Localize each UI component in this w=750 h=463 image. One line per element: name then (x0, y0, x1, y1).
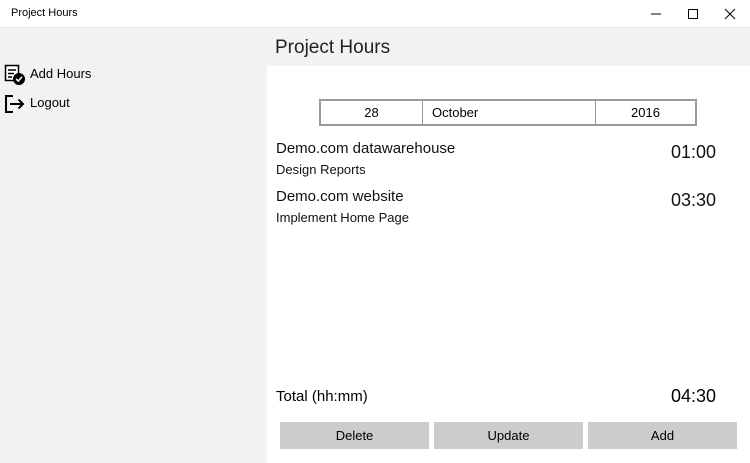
add-button[interactable]: Add (588, 422, 737, 449)
entry-task: Design Reports (276, 162, 366, 177)
sidebar-item-logout[interactable]: Logout (0, 89, 267, 117)
date-picker[interactable]: 28 October 2016 (319, 99, 697, 126)
maximize-button[interactable] (674, 0, 711, 27)
minimize-button[interactable] (637, 0, 674, 27)
close-button[interactable] (711, 0, 748, 27)
page-title: Project Hours (275, 37, 391, 58)
total-value: 04:30 (670, 386, 716, 406)
add-hours-icon (4, 64, 25, 85)
entry-task: Implement Home Page (276, 210, 409, 225)
entry-project: Demo.com website (276, 188, 404, 205)
main-content: 28 October 2016 Demo.com datawarehouse D… (267, 66, 750, 463)
date-year-field[interactable]: 2016 (596, 101, 695, 124)
entry-hours: 03:30 (670, 190, 716, 210)
sidebar: Add Hours Logout (0, 28, 267, 463)
close-icon (724, 8, 735, 19)
page-header: Project Hours (267, 28, 750, 66)
total-label: Total (hh:mm) (276, 388, 368, 405)
sidebar-item-label: Add Hours (30, 66, 92, 81)
maximize-icon (687, 8, 698, 19)
logout-icon (5, 95, 25, 113)
entry-project: Demo.com datawarehouse (276, 140, 456, 157)
sidebar-item-add-hours[interactable]: Add Hours (0, 60, 267, 88)
window-title: Project Hours (11, 7, 78, 19)
sidebar-item-label: Logout (30, 95, 70, 110)
minimize-icon (650, 13, 661, 14)
delete-button[interactable]: Delete (280, 422, 429, 449)
entry-hours: 01:00 (670, 142, 716, 162)
update-button[interactable]: Update (434, 422, 583, 449)
date-month-field[interactable]: October (423, 101, 596, 124)
window-title-bar: Project Hours (0, 0, 750, 28)
date-day-field[interactable]: 28 (321, 101, 423, 124)
